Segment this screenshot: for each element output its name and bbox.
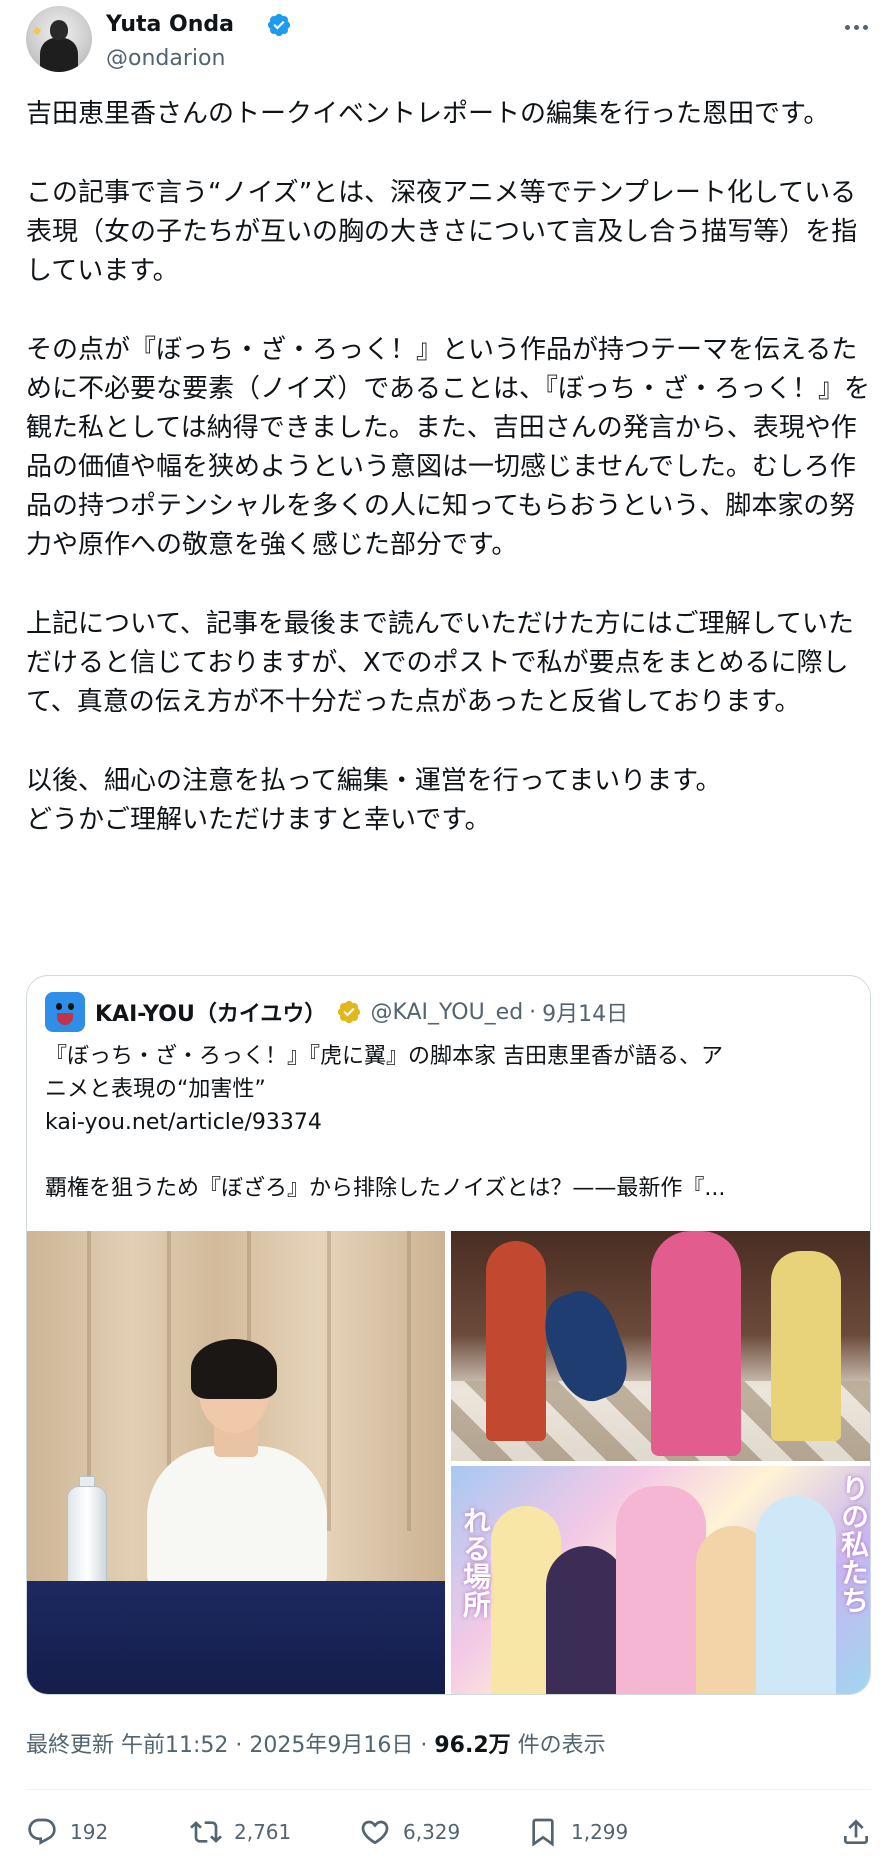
repost-icon bbox=[190, 1821, 222, 1843]
author-handle[interactable]: @ondarion bbox=[106, 46, 225, 71]
post-meta: 最終更新 午前11:52 · 2025年9月16日 · 96.2万 件の表示 bbox=[26, 1727, 606, 1759]
post-timestamp[interactable]: 最終更新 午前11:52 · 2025年9月16日 · bbox=[26, 1733, 434, 1758]
quoted-text-line: 覇権を狙うため『ぼざろ』から排除したノイズとは？——最新作『... bbox=[45, 1176, 726, 1201]
anime-idol-image[interactable]: れる場所 りの私たち bbox=[451, 1466, 870, 1694]
quoted-author-handle[interactable]: @KAI_YOU_ed bbox=[370, 1000, 523, 1025]
quoted-text-line: 『ぼっち・ざ・ろっく！』『虎に翼』の脚本家 吉田恵里香が語る、ア bbox=[45, 1044, 723, 1069]
verified-badge-icon bbox=[267, 13, 291, 37]
author-display-name[interactable]: Yuta Onda bbox=[106, 12, 234, 37]
author-avatar[interactable] bbox=[26, 6, 92, 72]
quoted-author-avatar[interactable] bbox=[45, 992, 85, 1032]
quoted-media-grid: れる場所 りの私たち bbox=[27, 1231, 870, 1694]
like-count: 6,329 bbox=[403, 1820, 461, 1844]
repost-count: 2,761 bbox=[234, 1820, 292, 1844]
view-count: 96.2万 bbox=[434, 1733, 511, 1758]
share-icon bbox=[844, 1819, 868, 1844]
more-dot-icon bbox=[862, 24, 868, 30]
share-button[interactable] bbox=[840, 1812, 872, 1852]
bookmark-button[interactable]: 1,299 bbox=[527, 1812, 628, 1852]
tweet-paragraph: この記事で言う“ノイズ”とは、深夜アニメ等でテンプレート化している表現（女の子た… bbox=[26, 178, 858, 286]
quoted-post-text: 『ぼっち・ざ・ろっく！』『虎に翼』の脚本家 吉田恵里香が語る、ア ニメと表現の“… bbox=[45, 1040, 857, 1205]
more-dot-icon bbox=[853, 24, 859, 30]
view-label: 件の表示 bbox=[510, 1733, 606, 1758]
event-photo-image[interactable] bbox=[27, 1231, 445, 1694]
tweet-paragraph: 吉田恵里香さんのトークイベントレポートの編集を行った恩田です。 bbox=[26, 99, 830, 129]
quoted-author-name[interactable]: KAI-YOU（カイユウ） bbox=[95, 996, 326, 1028]
repost-button[interactable]: 2,761 bbox=[190, 1812, 291, 1852]
heart-icon bbox=[361, 1820, 389, 1845]
tweet-paragraph: その点が『ぼっち・ざ・ろっく！』という作品が持つテーマを伝えるために不必要な要素… bbox=[26, 335, 870, 560]
reply-count: 192 bbox=[70, 1820, 109, 1844]
quoted-link[interactable]: kai-you.net/article/93374 bbox=[45, 1106, 857, 1139]
more-dot-icon bbox=[844, 24, 850, 30]
image-vertical-text: りの私たち bbox=[837, 1474, 870, 1614]
quoted-post-card[interactable]: KAI-YOU（カイユウ） @KAI_YOU_ed · 9月14日 『ぼっち・ざ… bbox=[26, 975, 871, 1695]
reply-icon bbox=[28, 1818, 56, 1845]
reply-button[interactable]: 192 bbox=[26, 1812, 108, 1852]
tweet-paragraph: 上記について、記事を最後まで読んでいただけた方にはご理解していただけると信じてお… bbox=[26, 609, 854, 717]
quoted-text-line: ニメと表現の“加害性” bbox=[45, 1077, 266, 1102]
tweet-body: 吉田恵里香さんのトークイベントレポートの編集を行った恩田です。 この記事で言う“… bbox=[26, 95, 876, 840]
divider bbox=[26, 1789, 871, 1790]
bookmark-count: 1,299 bbox=[571, 1820, 629, 1844]
quoted-post-header: KAI-YOU（カイユウ） @KAI_YOU_ed · 9月14日 bbox=[45, 992, 628, 1032]
more-options-button[interactable] bbox=[838, 12, 874, 42]
action-bar: 192 2,761 6,329 1,299 bbox=[26, 1812, 876, 1852]
verified-org-badge-icon bbox=[338, 1000, 361, 1024]
image-vertical-text: れる場所 bbox=[459, 1506, 492, 1618]
separator-dot: · bbox=[529, 999, 537, 1025]
tweet-header: Yuta Onda @ondarion bbox=[26, 6, 874, 76]
like-button[interactable]: 6,329 bbox=[359, 1812, 460, 1852]
bookmark-icon bbox=[532, 1818, 554, 1847]
anime-band-image[interactable] bbox=[451, 1231, 870, 1461]
quoted-post-date[interactable]: 9月14日 bbox=[542, 996, 628, 1028]
tweet-paragraph: 以後、細心の注意を払って編集・運営を行ってまいります。 どうかご理解いただけます… bbox=[26, 766, 722, 835]
